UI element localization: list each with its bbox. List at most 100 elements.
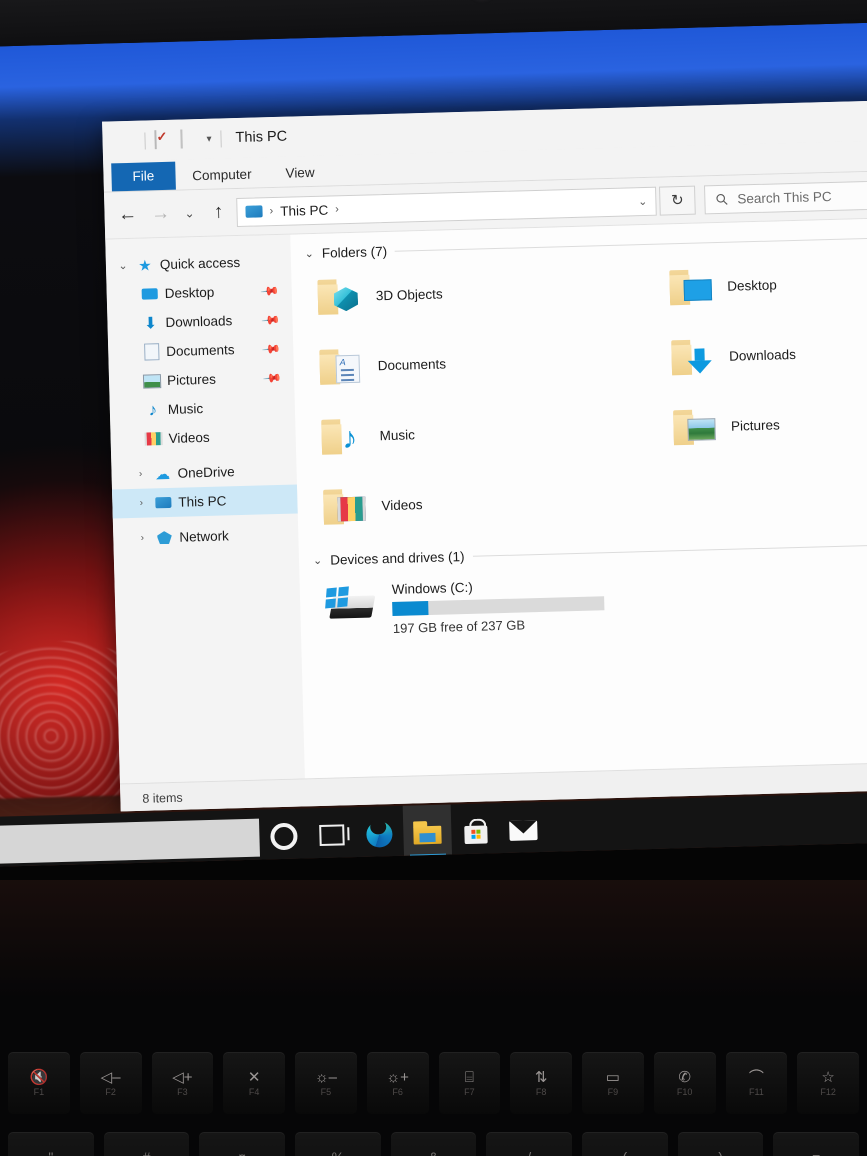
folder-pictures-icon [670,406,717,447]
group-title-devices: Devices and drives (1) [330,549,465,568]
sidebar-label-this-pc: This PC [178,493,227,510]
properties-icon[interactable] [154,129,174,150]
key-f1[interactable]: 🔇 F1 [8,1052,70,1114]
key-9[interactable]: )9 [677,1132,764,1156]
key-f4[interactable]: ✕ F4 [223,1052,285,1114]
breadcrumb-item-this-pc[interactable]: This PC [280,202,328,218]
mail-icon[interactable] [499,802,548,858]
key-7[interactable]: /7 [486,1132,573,1156]
item-label: 3D Objects [375,285,443,303]
key-f7[interactable]: ⌸ F7 [438,1052,501,1114]
file-explorer-window: ▾ This PC File Computer View ← → ⌄ ↑ [102,96,867,812]
key-5[interactable]: %5 [295,1132,381,1156]
list-item[interactable]: Downloads [668,322,867,383]
group-title-folders: Folders (7) [321,243,388,261]
star-icon: ★ [137,256,152,275]
onedrive-icon: ☁ [154,465,171,483]
edge-icon[interactable] [355,806,404,862]
pin-icon[interactable]: 📌 [262,367,282,387]
sidebar-item-this-pc[interactable]: › This PC [112,484,298,519]
this-pc-icon[interactable] [116,131,136,151]
key-8[interactable]: (8 [582,1132,668,1156]
folders-grid: 3D Objects Desktop A Documents Downloads… [291,251,867,547]
navigation-pane: ⌄ ★ Quick access Desktop 📌 ⬇ Downloads 📌 [105,234,305,784]
drive-label: Windows (C:) [391,579,474,597]
key-f11[interactable]: ⌒ F11 [725,1052,788,1114]
taskbar-search-input[interactable]: ere to search [0,818,260,867]
address-dropdown-chevron-icon[interactable]: ⌄ [630,194,648,207]
downloads-icon: ⬇ [143,314,158,333]
sidebar-label-documents: Documents [166,342,235,359]
task-view-icon[interactable] [307,807,356,863]
hard-drive-icon [325,582,377,623]
key-2[interactable]: "2 [8,1132,94,1156]
group-header-folders[interactable]: ⌄ Folders (7) [291,226,867,261]
key-6[interactable]: &6 [390,1132,477,1156]
key-f3[interactable]: ◁+ F3 [151,1052,214,1114]
sidebar-item-network[interactable]: › Network [113,519,299,553]
folder-desktop-icon [667,266,714,307]
recent-locations-chevron-icon[interactable]: ⌄ [178,199,201,228]
toolbar-divider-2 [220,129,222,147]
deck-reflection [0,880,867,1000]
tab-file[interactable]: File [111,161,176,192]
key-f8[interactable]: ⇅ F8 [510,1052,572,1114]
list-item[interactable]: ♪ Music [319,401,672,462]
item-label: Pictures [730,416,780,434]
laptop-photo-scene: ▾ This PC File Computer View ← → ⌄ ↑ [0,0,867,1156]
key-f10[interactable]: ✆ F10 [653,1052,716,1114]
key-f9[interactable]: ▭ F9 [582,1052,644,1114]
list-item[interactable]: Videos [321,471,674,532]
chevron-down-icon[interactable]: ⌄ [313,554,323,567]
up-button[interactable]: ↑ [203,198,234,227]
chevron-down-icon[interactable]: ⌄ [305,247,315,260]
microsoft-store-icon[interactable] [451,803,500,859]
folder-documents-icon [317,346,364,387]
cortana-icon[interactable] [259,808,308,864]
key-0[interactable]: =0 [773,1132,860,1156]
network-icon [155,528,173,546]
sidebar-item-videos[interactable]: Videos [110,421,296,455]
new-folder-icon[interactable] [180,128,200,150]
chevron-right-icon[interactable]: › [135,533,149,544]
search-placeholder: Search This PC [737,188,832,206]
back-button[interactable]: ← [112,201,143,230]
file-explorer-icon[interactable] [402,804,453,861]
list-item[interactable]: Desktop [667,252,867,313]
list-item[interactable]: 3D Objects [315,261,668,322]
key-f5[interactable]: ☼– F5 [295,1052,357,1114]
key-f6[interactable]: ☼+ F6 [366,1052,429,1114]
chevron-right-icon[interactable]: › [134,498,148,509]
folder-videos-icon [321,486,368,527]
list-item[interactable]: Documents [317,331,670,392]
folder-downloads-icon [669,336,716,377]
quick-access-toolbar[interactable]: ▾ [110,128,224,151]
forward-button[interactable]: → [145,200,176,229]
pin-icon[interactable]: 📌 [262,339,282,359]
tab-computer[interactable]: Computer [175,161,269,190]
tab-view[interactable]: View [268,159,332,187]
address-this-pc-icon [245,205,263,218]
sidebar-label-network: Network [179,528,230,545]
refresh-button[interactable]: ↻ [658,185,696,216]
drive-usage-bar [392,596,605,616]
list-item[interactable]: Pictures [670,392,867,453]
pin-icon[interactable]: 📌 [261,310,281,330]
customize-chevron-icon[interactable]: ▾ [206,133,211,144]
chevron-right-icon[interactable]: › [133,469,147,480]
key-f2[interactable]: ◁– F2 [79,1052,142,1114]
key-4[interactable]: ¤4 [199,1132,286,1156]
key-f12[interactable]: ☆ F12 [797,1052,859,1114]
pin-icon[interactable]: 📌 [260,281,280,301]
key-3[interactable]: #3 [103,1132,190,1156]
search-box[interactable]: Search This PC [703,176,867,214]
explorer-body: ⌄ ★ Quick access Desktop 📌 ⬇ Downloads 📌 [105,214,867,784]
address-bar[interactable]: › This PC › ⌄ [236,186,657,227]
videos-icon [144,430,163,448]
item-label: Downloads [728,346,797,364]
drive-item-windows-c[interactable]: Windows (C:) 197 GB free of 237 GB [299,558,867,638]
sidebar-label-onedrive: OneDrive [177,464,235,481]
laptop-screen: ▾ This PC File Computer View ← → ⌄ ↑ [0,20,867,868]
chevron-down-icon[interactable]: ⌄ [116,259,130,272]
documents-icon [142,343,160,361]
